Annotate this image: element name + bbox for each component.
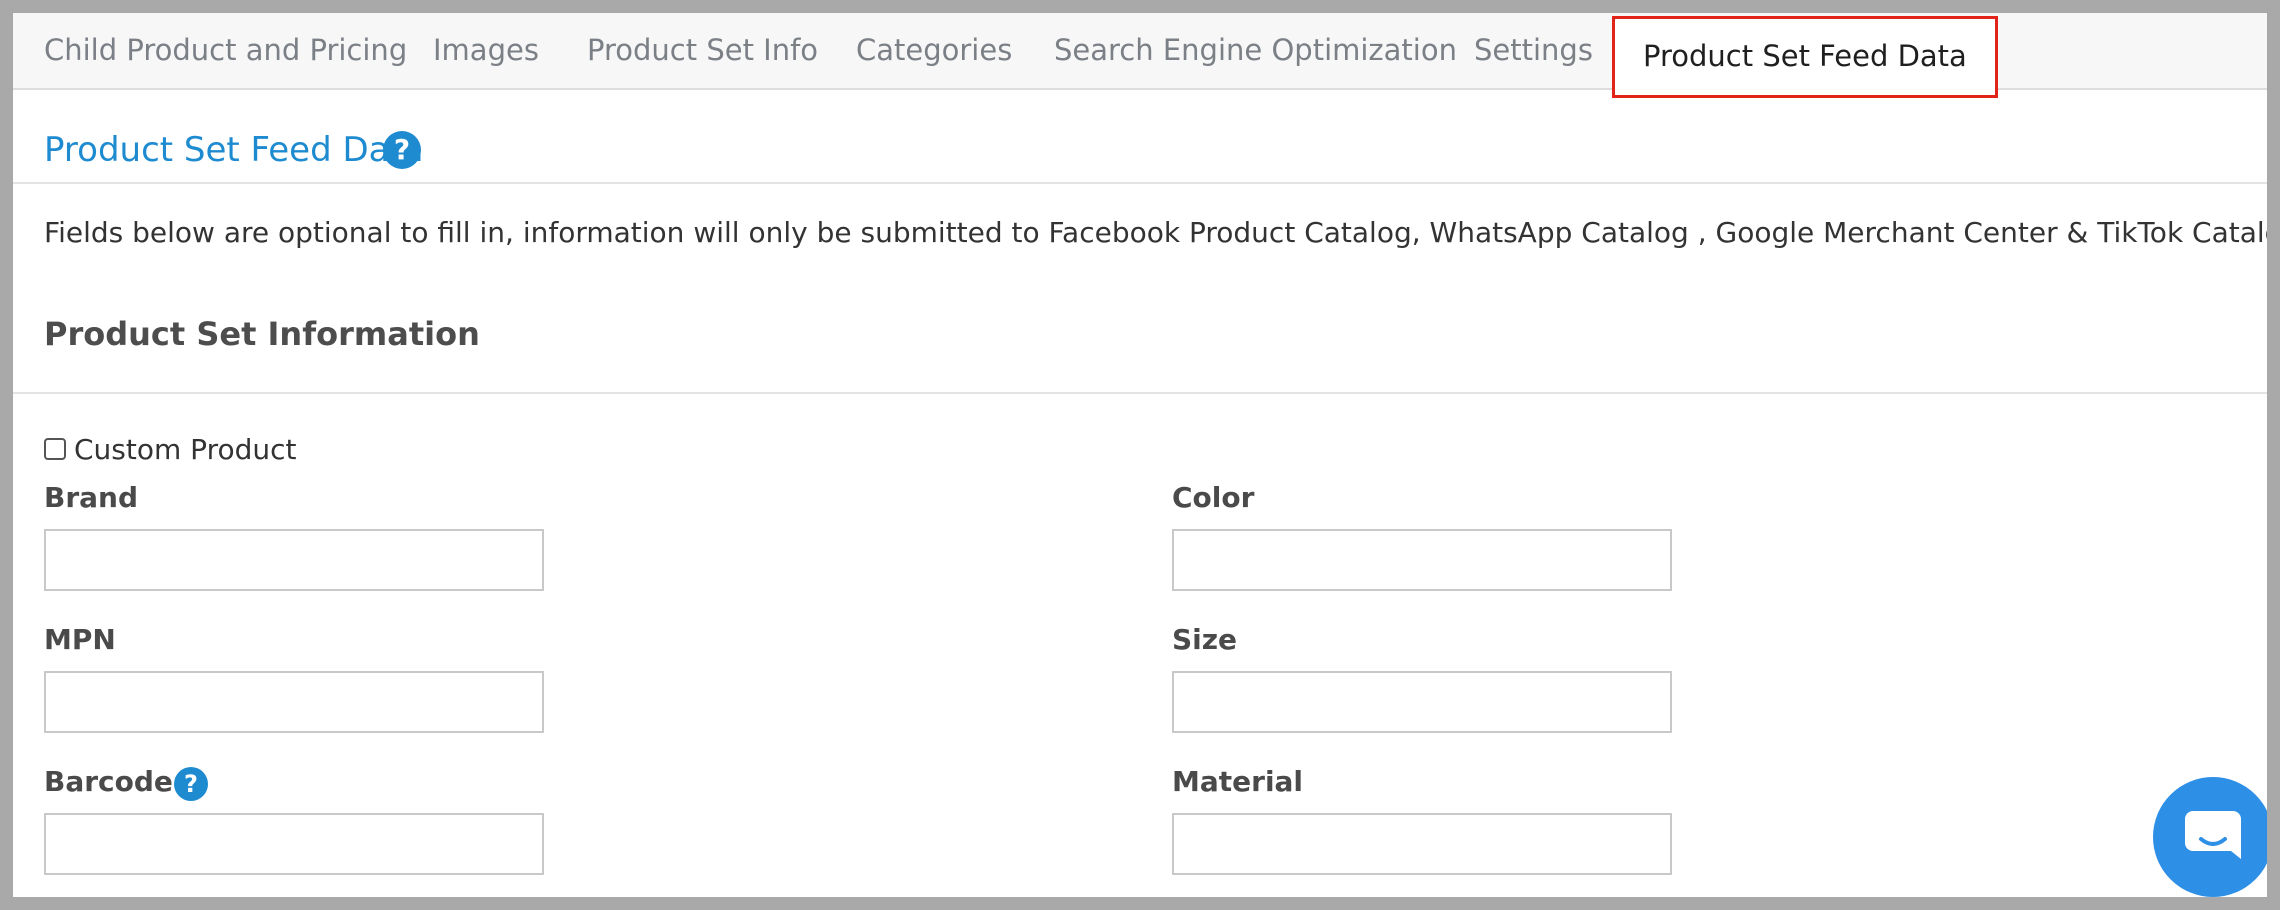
mpn-field[interactable] (44, 671, 544, 733)
barcode-help-icon[interactable]: ? (174, 767, 208, 801)
page-frame: Child Product and Pricing Images Product… (13, 13, 2267, 897)
tab-images[interactable]: Images (433, 13, 539, 88)
brand-field[interactable] (44, 529, 544, 591)
size-field[interactable] (1172, 671, 1672, 733)
size-label: Size (1172, 623, 1238, 656)
tab-product-set-info[interactable]: Product Set Info (587, 13, 818, 88)
product-set-information-heading: Product Set Information (44, 315, 480, 353)
tab-child-product-and-pricing[interactable]: Child Product and Pricing (44, 13, 407, 88)
tab-product-set-feed-data[interactable]: Product Set Feed Data (1612, 16, 1998, 98)
chat-widget-button[interactable] (2153, 777, 2267, 897)
custom-product-checkbox[interactable] (44, 438, 66, 460)
custom-product-row: Custom Product (44, 429, 296, 469)
tab-settings[interactable]: Settings (1474, 13, 1593, 88)
custom-product-label[interactable]: Custom Product (74, 433, 296, 466)
barcode-field[interactable] (44, 813, 544, 875)
help-icon[interactable]: ? (383, 131, 421, 169)
material-label: Material (1172, 765, 1304, 798)
color-label: Color (1172, 481, 1255, 514)
tab-categories[interactable]: Categories (856, 13, 1012, 88)
section-title: Product Set Feed Data (44, 130, 424, 170)
barcode-label: Barcode (44, 765, 173, 798)
intro-text: Fields below are optional to fill in, in… (44, 216, 2267, 249)
tab-bar: Child Product and Pricing Images Product… (13, 13, 2267, 98)
mpn-label: MPN (44, 623, 116, 656)
tab-search-engine-optimization[interactable]: Search Engine Optimization (1054, 13, 1457, 88)
divider (13, 392, 2267, 394)
material-field[interactable] (1172, 813, 1672, 875)
brand-label: Brand (44, 481, 139, 514)
chat-bubble-icon (2185, 811, 2241, 859)
section-header: Product Set Feed Data ? (13, 90, 2267, 184)
color-field[interactable] (1172, 529, 1672, 591)
